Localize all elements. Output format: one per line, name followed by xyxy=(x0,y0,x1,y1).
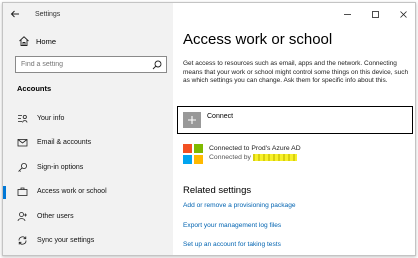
plus-icon xyxy=(183,112,201,128)
person-add-icon xyxy=(16,210,28,222)
related-settings-title: Related settings xyxy=(183,185,252,196)
page-title: Access work or school xyxy=(183,31,333,48)
mail-icon xyxy=(16,137,28,149)
sidebar-item-email-accounts[interactable]: Email & accounts xyxy=(3,131,173,156)
sync-icon xyxy=(16,235,28,247)
sidebar-item-label: Other users xyxy=(37,212,74,220)
search-input[interactable] xyxy=(16,61,146,68)
home-label: Home xyxy=(36,36,57,46)
sidebar-item-your-info[interactable]: Your info xyxy=(3,106,173,131)
sidebar-item-other-users[interactable]: Other users xyxy=(3,204,173,229)
briefcase-icon xyxy=(16,186,28,198)
person-card-icon xyxy=(16,112,28,124)
maximize-button[interactable] xyxy=(361,3,389,25)
sidebar-nav: Your info Email & accounts Sign-in optio… xyxy=(3,106,173,253)
sidebar-item-label: Access work or school xyxy=(37,188,107,196)
sidebar-item-home[interactable]: Home xyxy=(3,32,173,50)
link-test-account[interactable]: Set up an account for taking tests xyxy=(183,241,296,255)
sidebar-item-sign-in-options[interactable]: Sign-in options xyxy=(3,155,173,180)
account-details: Connected to Prod's Azure AD Connected b… xyxy=(209,144,301,164)
link-provisioning-package[interactable]: Add or remove a provisioning package xyxy=(183,202,296,222)
redacted-email xyxy=(252,153,297,161)
key-icon xyxy=(16,161,28,173)
page-description: Get access to resources such as email, a… xyxy=(183,60,409,85)
sidebar-item-label: Email & accounts xyxy=(37,139,92,147)
sidebar-item-label: Sync your settings xyxy=(37,237,95,245)
related-links: Add or remove a provisioning package Exp… xyxy=(183,202,296,255)
arrow-left-icon xyxy=(10,10,19,18)
connect-label: Connect xyxy=(207,112,234,120)
section-title: Accounts xyxy=(17,84,52,93)
minimize-icon xyxy=(343,13,351,15)
account-name: Connected to Prod's Azure AD xyxy=(209,145,301,152)
close-button[interactable] xyxy=(389,3,415,25)
search-box xyxy=(15,56,167,73)
window-title: Settings xyxy=(35,10,61,18)
settings-window: Settings Home Accounts xyxy=(2,2,416,256)
connected-by-prefix: Connected by xyxy=(209,154,251,161)
account-connected-by: Connected by xyxy=(209,153,301,162)
work-account-entry[interactable]: Connected to Prod's Azure AD Connected b… xyxy=(183,144,301,164)
sidebar-item-label: Your info xyxy=(37,114,65,122)
maximize-icon xyxy=(371,10,379,18)
window-controls xyxy=(333,3,415,25)
sidebar-item-sync-settings[interactable]: Sync your settings xyxy=(3,229,173,254)
titlebar: Settings xyxy=(3,3,173,25)
connect-button[interactable]: Connect xyxy=(177,106,413,134)
link-export-logs[interactable]: Export your management log files xyxy=(183,222,296,242)
minimize-button[interactable] xyxy=(333,3,361,25)
microsoft-logo-icon xyxy=(183,144,203,164)
sidebar-item-access-work-or-school[interactable]: Access work or school xyxy=(3,180,173,205)
close-icon xyxy=(399,10,407,18)
sidebar: Settings Home Accounts xyxy=(3,3,173,255)
main-content: Access work or school Get access to reso… xyxy=(173,3,415,255)
home-icon xyxy=(17,34,31,48)
search-icon[interactable] xyxy=(152,60,162,70)
back-button[interactable] xyxy=(3,3,27,25)
sidebar-item-label: Sign-in options xyxy=(37,163,84,171)
